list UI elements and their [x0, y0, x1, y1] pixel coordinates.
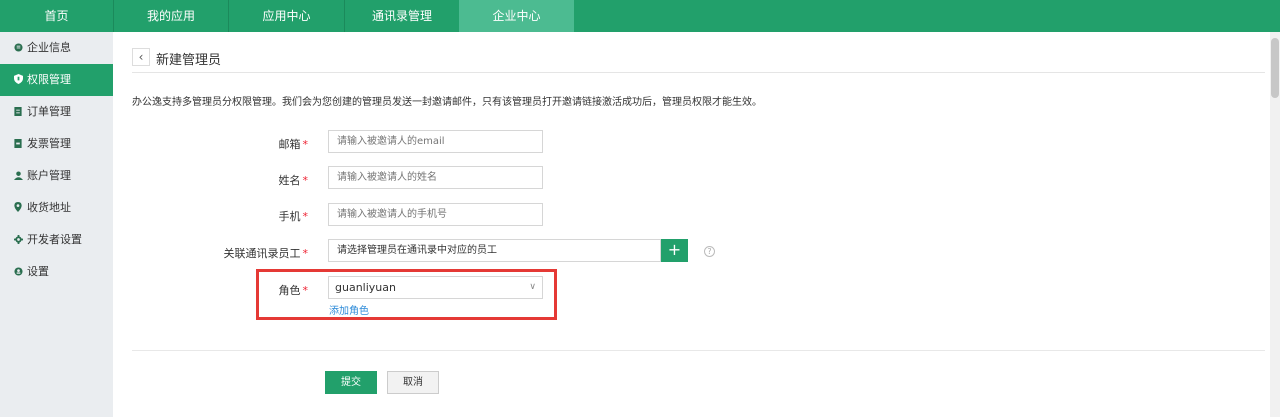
nav-my-apps[interactable]: 我的应用: [114, 0, 228, 32]
sidebar-item-label: 发票管理: [27, 137, 71, 150]
name-label: 姓名 *: [128, 172, 309, 188]
employee-label-text: 关联通讯录员工: [223, 247, 301, 260]
invoice-icon: [12, 129, 24, 161]
shield-icon: [12, 65, 24, 97]
nav-app-center[interactable]: 应用中心: [229, 0, 344, 32]
nav-contacts[interactable]: 通讯录管理: [345, 0, 459, 32]
email-label-text: 邮箱: [278, 138, 301, 151]
order-icon: [12, 97, 24, 129]
gear-icon: [12, 225, 24, 257]
divider: [132, 350, 1265, 351]
name-label-text: 姓名: [278, 174, 301, 187]
sidebar-item-label: 设置: [27, 265, 49, 278]
sidebar-item-settings[interactable]: 设置: [0, 256, 113, 288]
required-mark: *: [302, 174, 309, 187]
highlight-box: [256, 269, 557, 320]
main-content: [113, 32, 1280, 417]
phone-label-text: 手机: [278, 210, 301, 223]
help-icon[interactable]: ?: [704, 246, 715, 257]
sidebar-item-permissions[interactable]: 权限管理: [0, 64, 113, 96]
sidebar-item-invoices[interactable]: 发票管理: [0, 128, 113, 160]
scrollbar-thumb[interactable]: [1271, 38, 1279, 98]
plus-icon: +: [667, 240, 682, 259]
email-label: 邮箱 *: [128, 136, 309, 152]
submit-button[interactable]: 提交: [325, 371, 377, 394]
sidebar-item-accounts[interactable]: 账户管理: [0, 160, 113, 192]
company-icon: [12, 33, 24, 65]
sidebar-item-orders[interactable]: 订单管理: [0, 96, 113, 128]
required-mark: *: [302, 138, 309, 151]
top-nav: 首页 我的应用 应用中心 通讯录管理 企业中心: [0, 0, 1280, 32]
sidebar-item-label: 收货地址: [27, 201, 71, 214]
phone-field[interactable]: [328, 203, 543, 226]
location-icon: [12, 193, 24, 225]
back-button[interactable]: ‹: [132, 48, 150, 66]
divider: [132, 72, 1265, 73]
sidebar-item-label: 权限管理: [27, 73, 71, 86]
required-mark: *: [302, 210, 309, 223]
sidebar-item-label: 开发者设置: [27, 233, 82, 246]
sidebar-item-company-info[interactable]: 企业信息: [0, 32, 113, 64]
email-field[interactable]: [328, 130, 543, 153]
required-mark: *: [302, 247, 309, 260]
page-title: 新建管理员: [156, 53, 222, 68]
cancel-button[interactable]: 取消: [387, 371, 439, 394]
nav-home[interactable]: 首页: [0, 0, 113, 32]
employee-label: 关联通讯录员工 *: [128, 245, 309, 261]
chevron-left-icon: ‹: [138, 50, 144, 64]
sidebar-item-label: 订单管理: [27, 105, 71, 118]
settings-icon: [12, 257, 24, 289]
nav-enterprise-center[interactable]: 企业中心: [459, 0, 574, 32]
user-icon: [12, 161, 24, 193]
sidebar-item-label: 企业信息: [27, 41, 71, 54]
sidebar: 企业信息 权限管理 订单管理 发票管理 账户管理 收货地址 开发者设置 设置: [0, 32, 113, 417]
sidebar-item-developer[interactable]: 开发者设置: [0, 224, 113, 256]
info-notice: 办公逸支持多管理员分权限管理。我们会为您创建的管理员发送一封邀请邮件，只有该管理…: [132, 97, 762, 108]
name-field[interactable]: [328, 166, 543, 189]
add-employee-button[interactable]: +: [661, 239, 688, 262]
phone-label: 手机 *: [128, 208, 309, 224]
sidebar-item-label: 账户管理: [27, 169, 71, 182]
employee-field[interactable]: 请选择管理员在通讯录中对应的员工: [328, 239, 661, 262]
sidebar-item-address[interactable]: 收货地址: [0, 192, 113, 224]
